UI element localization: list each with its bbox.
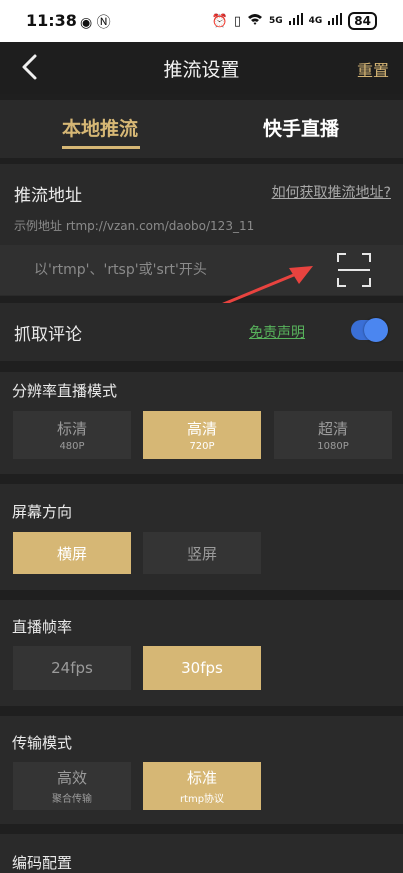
vibrate-icon: ▯ [233, 13, 241, 29]
option-title: 标准 [186, 769, 217, 787]
fetch-comments-label: 抓取评论 [14, 325, 82, 345]
option-title: 竖屏 [186, 544, 217, 563]
status-time: 11:38 [26, 11, 77, 30]
encoding-label: 编码配置 [12, 854, 73, 872]
toggle-knob [364, 318, 388, 342]
net-4g-label: 4G [308, 16, 323, 26]
orientation-option-portrait[interactable]: 竖屏 [143, 532, 261, 574]
option-sub: 聚合传输 [52, 794, 92, 805]
option-title: 横屏 [56, 544, 87, 563]
disclaimer-link[interactable]: 免责声明 [249, 322, 305, 342]
how-to-get-url-link[interactable]: 如何获取推流地址? [272, 182, 391, 202]
status-bar: 11:38 ◉ Ⓝ ⏰ ▯ 5G 4G 84 [0, 0, 403, 42]
framerate-option-24[interactable]: 24fps [13, 646, 131, 690]
reset-button[interactable]: 重置 [357, 57, 389, 81]
option-title: 超清 [317, 420, 348, 438]
nav-bar: 推流设置 重置 [0, 42, 403, 94]
option-sub: 720P [189, 441, 215, 452]
transport-option-standard[interactable]: 标准 rtmp协议 [143, 762, 261, 810]
alarm-icon: ⏰ [211, 13, 228, 29]
tab-kuaishou-live[interactable]: 快手直播 [263, 114, 339, 141]
option-title: 高效 [56, 769, 87, 787]
example-url-hint: 示例地址 rtmp://vzan.com/daobo/123_11 [14, 219, 255, 233]
stream-url-label: 推流地址 [14, 186, 82, 206]
framerate-option-30[interactable]: 30fps [143, 646, 261, 690]
framerate-label: 直播帧率 [12, 618, 73, 636]
option-title: 高清 [186, 420, 217, 438]
transport-label: 传输模式 [12, 734, 73, 752]
orientation-label: 屏幕方向 [12, 503, 73, 521]
nfc-icon: Ⓝ [96, 15, 111, 31]
eye-icon: ◉ [80, 15, 93, 31]
scan-qr-icon[interactable] [336, 252, 372, 288]
resolution-label: 分辨率直播模式 [12, 382, 118, 400]
orientation-option-landscape[interactable]: 横屏 [13, 532, 131, 574]
orientation-section: 屏幕方向 横屏 竖屏 [0, 484, 403, 590]
fetch-comments-row: 抓取评论 免责声明 [0, 303, 403, 361]
framerate-section: 直播帧率 24fps 30fps [0, 600, 403, 706]
resolution-option-sd[interactable]: 标清 480P [13, 411, 131, 459]
option-title: 标清 [56, 420, 87, 438]
resolution-section: 分辨率直播模式 标清 480P 高清 720P 超清 1080P [0, 372, 403, 474]
option-sub: 480P [59, 441, 85, 452]
tab-local-push[interactable]: 本地推流 [62, 114, 138, 141]
transport-option-efficient[interactable]: 高效 聚合传输 [13, 762, 131, 810]
status-right-icons: ⏰ ▯ 5G 4G 84 [212, 12, 377, 30]
option-sub: rtmp协议 [179, 794, 225, 805]
battery-indicator: 84 [348, 12, 377, 30]
signal-icon [288, 13, 303, 29]
status-left-icons: ◉ Ⓝ [80, 12, 111, 32]
option-title: 24fps [51, 659, 93, 677]
signal-icon-2 [328, 13, 343, 29]
net-5g-label: 5G [268, 16, 283, 26]
encoding-section: 编码配置 [0, 834, 403, 873]
wifi-icon [247, 13, 263, 29]
page-title: 推流设置 [163, 59, 240, 81]
resolution-option-fhd[interactable]: 超清 1080P [274, 411, 392, 459]
option-title: 30fps [181, 659, 223, 677]
transport-section: 传输模式 高效 聚合传输 标准 rtmp协议 [0, 716, 403, 824]
fetch-comments-toggle[interactable] [351, 318, 388, 342]
resolution-option-hd[interactable]: 高清 720P [143, 411, 261, 459]
active-tab-indicator [62, 146, 140, 149]
tab-bar: 本地推流 快手直播 [0, 100, 403, 158]
option-sub: 1080P [317, 441, 349, 452]
